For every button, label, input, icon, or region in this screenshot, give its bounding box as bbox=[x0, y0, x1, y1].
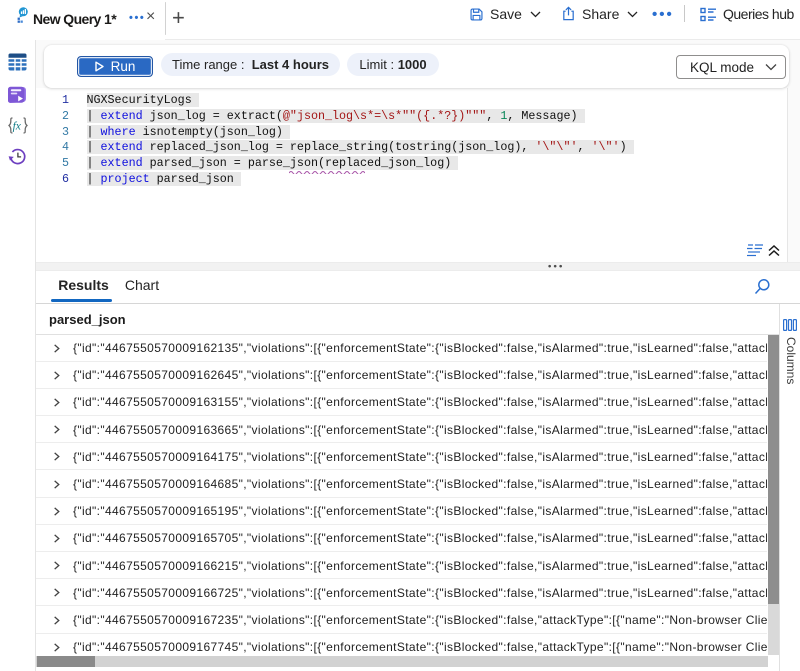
svg-text:fx: fx bbox=[13, 121, 22, 133]
